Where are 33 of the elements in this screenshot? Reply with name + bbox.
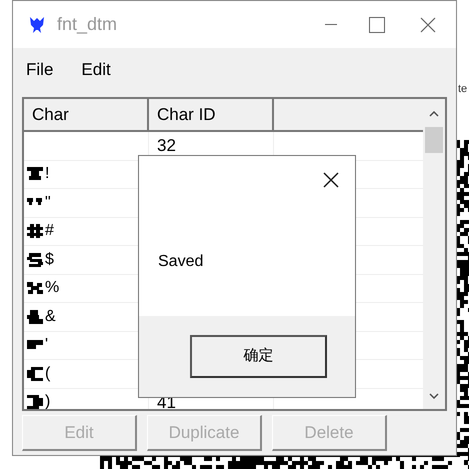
minimize-icon bbox=[325, 24, 337, 26]
char-text: & bbox=[45, 306, 56, 327]
close-icon bbox=[323, 172, 339, 188]
char-text: % bbox=[45, 278, 60, 298]
column-header[interactable]: Char bbox=[24, 99, 149, 132]
char-text: ( bbox=[45, 364, 50, 384]
char-text: $ bbox=[45, 250, 54, 270]
pixel-glyph-icon bbox=[27, 224, 43, 238]
window-title: fnt_dtm bbox=[57, 13, 118, 36]
ok-button[interactable]: 确定 bbox=[190, 335, 327, 378]
pixel-glyph-icon bbox=[27, 366, 43, 381]
pixel-glyph-icon bbox=[27, 167, 43, 182]
app-logo-icon bbox=[29, 14, 45, 34]
close-icon bbox=[420, 16, 436, 32]
char-text: # bbox=[45, 221, 54, 242]
pixel-glyph-icon bbox=[27, 252, 43, 267]
scrollbar[interactable] bbox=[423, 99, 445, 409]
dialog-close-button[interactable] bbox=[321, 170, 341, 190]
scroll-down-icon[interactable] bbox=[429, 393, 439, 399]
char-text: " bbox=[45, 192, 51, 213]
maximize-icon bbox=[369, 16, 385, 32]
pixel-glyph-icon bbox=[27, 310, 43, 324]
scroll-up-icon[interactable] bbox=[429, 111, 439, 117]
dialog-message: Saved bbox=[158, 252, 204, 272]
menu-item[interactable]: Edit bbox=[81, 56, 111, 82]
background-text: te bbox=[458, 84, 468, 95]
column-header[interactable]: Char ID bbox=[149, 99, 274, 132]
scrollbar-thumb[interactable] bbox=[425, 127, 443, 153]
pixel-glyph-icon bbox=[27, 395, 43, 409]
pixel-glyph-icon bbox=[27, 281, 43, 296]
char-text: ! bbox=[45, 164, 50, 184]
char-text: ' bbox=[45, 335, 48, 356]
menu-item[interactable]: File bbox=[26, 56, 54, 82]
